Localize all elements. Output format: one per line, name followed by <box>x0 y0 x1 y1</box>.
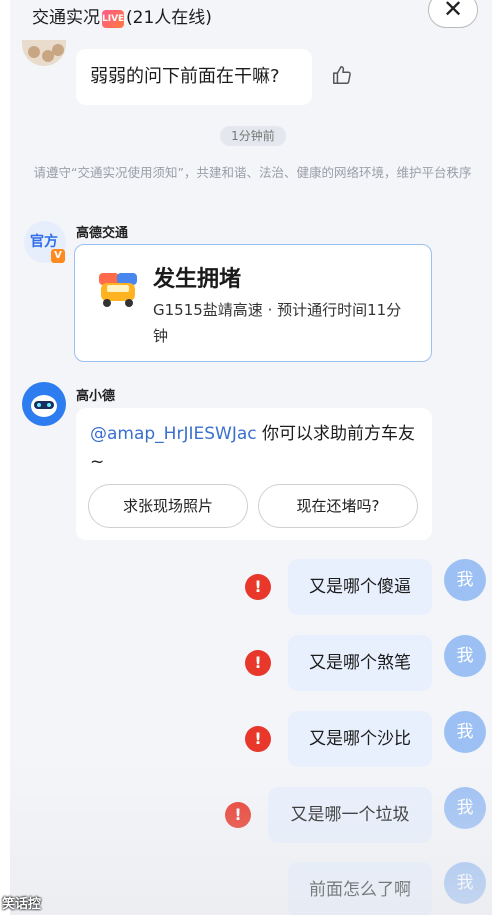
send-failed-icon[interactable]: ! <box>245 574 271 600</box>
my-avatar[interactable]: 我 <box>444 559 486 601</box>
request-photo-button[interactable]: 求张现场照片 <box>88 484 248 528</box>
online-count: (21人在线) <box>126 8 212 28</box>
my-message-bubble: 又是哪个傻逼 <box>288 559 432 615</box>
page-title: 交通实况 LIVE (21人在线) <box>32 3 212 28</box>
my-message-bubble: 又是哪个沙比 <box>288 711 432 767</box>
close-icon: ✕ <box>442 0 464 23</box>
my-avatar[interactable]: 我 <box>444 711 486 753</box>
jam-title: 发生拥堵 <box>153 267 242 292</box>
community-notice: 请遵守“交通实况使用须知”，共建和谐、法治、健康的网络环境，维护平台秩序 <box>33 165 472 180</box>
chat-screen: 交通实况 LIVE (21人在线) ✕ 弱弱的问下前面在干嘛? 1分钟前 请遵守“交… <box>10 0 492 915</box>
send-failed-icon[interactable]: ! <box>245 726 271 752</box>
my-avatar[interactable]: 我 <box>444 635 486 677</box>
my-message-bubble: 又是哪一个垃圾 <box>268 787 432 843</box>
my-message-bubble: 前面怎么了啊 <box>288 862 432 915</box>
thumbs-up-icon[interactable] <box>331 64 353 86</box>
avatar[interactable] <box>22 40 66 66</box>
official-avatar[interactable]: 官方 V <box>24 221 66 263</box>
user-mention[interactable]: @amap_HrJIESWJac <box>90 424 257 444</box>
robot-icon <box>31 395 57 417</box>
sender-name-assistant: 高小德 <box>76 389 116 404</box>
send-failed-icon[interactable]: ! <box>225 802 251 828</box>
my-avatar[interactable]: 我 <box>444 787 486 829</box>
official-avatar-text: 官方 <box>30 234 58 250</box>
traffic-cars-icon <box>99 273 137 307</box>
chat-header: 交通实况 LIVE (21人在线) ✕ <box>10 0 492 40</box>
sender-name-official: 高德交通 <box>76 226 129 241</box>
message-bubble-question: 弱弱的问下前面在干嘛? <box>76 49 312 105</box>
my-avatar[interactable]: 我 <box>444 862 486 904</box>
title-text: 交通实况 <box>32 8 100 28</box>
send-failed-icon[interactable]: ! <box>245 650 271 676</box>
my-message-bubble: 又是哪个煞笔 <box>288 635 432 691</box>
verified-badge-icon: V <box>51 249 65 263</box>
time-divider: 1分钟前 <box>220 126 286 146</box>
assistant-text: @amap_HrJIESWJac 你可以求助前方车友~ <box>90 420 420 476</box>
jam-description: G1515盐靖高速 · 预计通行时间11分钟 <box>153 301 402 345</box>
assistant-avatar[interactable] <box>22 382 66 426</box>
live-badge: LIVE <box>102 10 124 28</box>
close-button[interactable]: ✕ <box>428 0 478 28</box>
traffic-jam-card[interactable]: 发生拥堵 G1515盐靖高速 · 预计通行时间11分钟 <box>74 244 432 362</box>
watermark-text: 笑话控 <box>2 897 42 912</box>
assistant-message: @amap_HrJIESWJac 你可以求助前方车友~ 求张现场照片 现在还堵吗… <box>76 408 432 540</box>
still-jammed-button[interactable]: 现在还堵吗? <box>258 484 418 528</box>
